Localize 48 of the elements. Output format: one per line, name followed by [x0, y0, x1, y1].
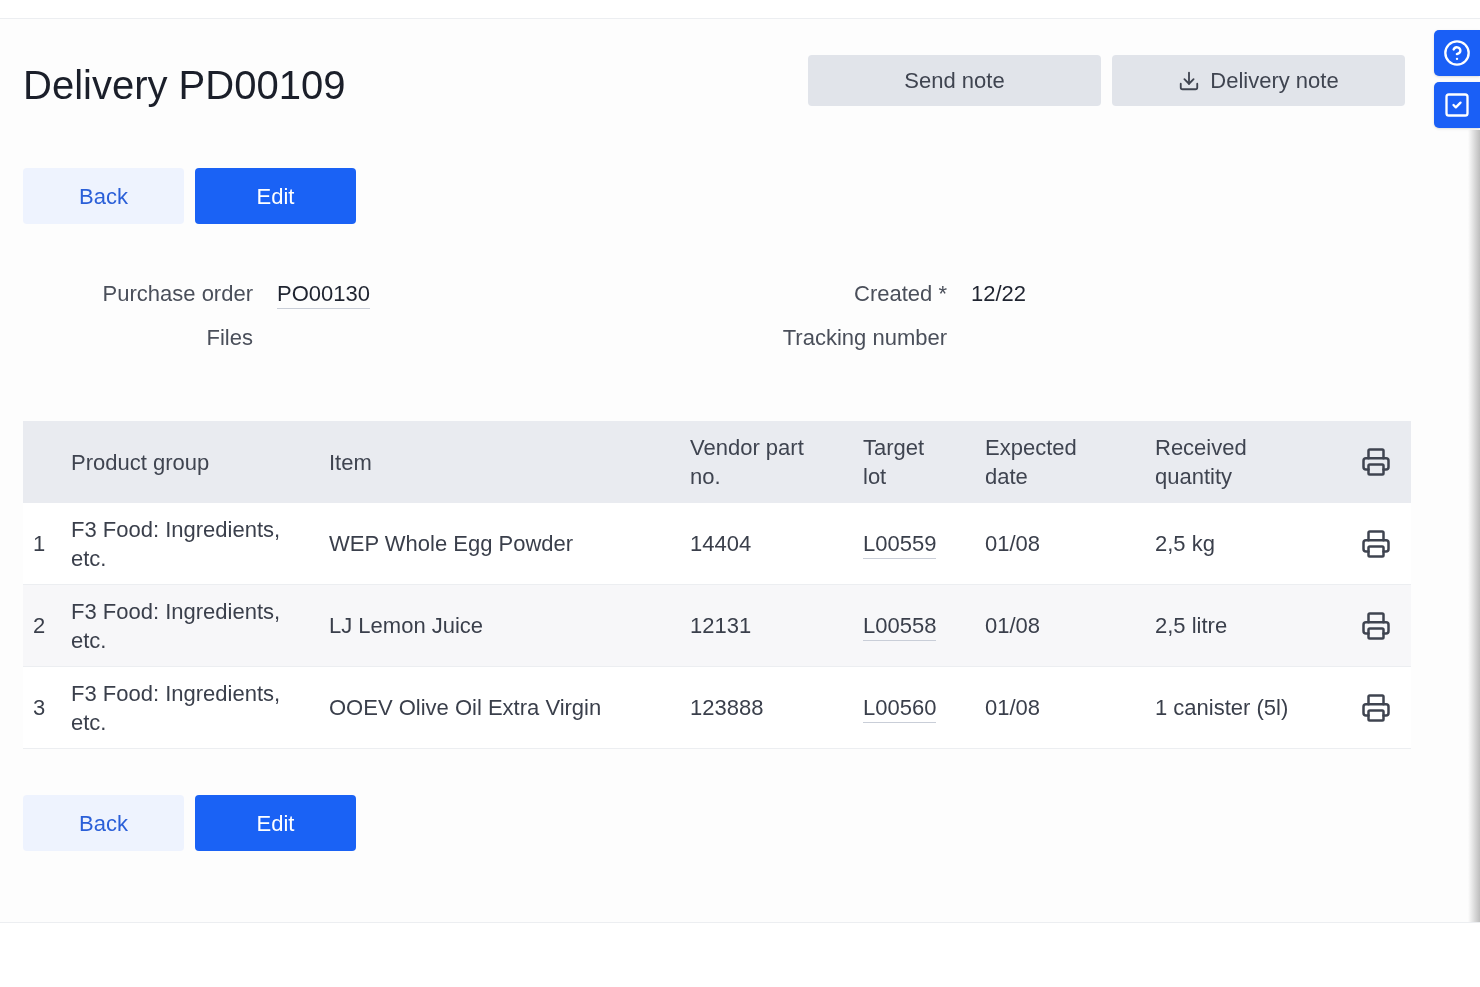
table-cell: 01/08 — [985, 695, 1041, 720]
printer-icon — [1360, 528, 1391, 559]
table-cell: 123888 — [690, 695, 764, 720]
row-number: 3 — [33, 695, 46, 720]
field-label: Created * — [854, 281, 947, 306]
help-button[interactable] — [1434, 30, 1480, 76]
back-button[interactable]: Back — [23, 168, 184, 224]
printer-icon — [1360, 692, 1391, 723]
field-value: 12/22 — [971, 281, 1027, 306]
purchase-order-link[interactable]: PO00130 — [277, 281, 370, 309]
printer-icon — [1360, 447, 1391, 477]
printer-icon — [1360, 610, 1391, 641]
help-icon — [1443, 39, 1471, 67]
table-cell: 2,5 kg — [1155, 531, 1215, 556]
table-cell: 14404 — [690, 531, 752, 556]
lot-link[interactable]: L00558 — [863, 613, 937, 641]
column-header: Product group — [71, 449, 210, 475]
table-cell: 2,5 litre — [1155, 613, 1228, 638]
checkbox-icon — [1443, 91, 1471, 119]
table-cell: 1 canister (5l) — [1155, 695, 1289, 720]
table-cell: 01/08 — [985, 613, 1041, 638]
table-cell: F3 Food: Ingredients, etc. — [71, 516, 281, 571]
row-number: 1 — [33, 531, 46, 556]
lot-link[interactable]: L00560 — [863, 695, 937, 723]
column-header: Target lot — [863, 435, 925, 489]
column-header: Expected date — [985, 435, 1077, 489]
download-icon — [1178, 69, 1201, 92]
column-header: Item — [329, 449, 372, 475]
table-cell: F3 Food: Ingredients, etc. — [71, 598, 281, 653]
column-header: Vendor part no. — [690, 435, 804, 489]
table-cell: 12131 — [690, 613, 752, 638]
back-button[interactable]: Back — [23, 795, 184, 851]
field-label: Tracking number — [782, 325, 947, 350]
table-cell: LJ Lemon Juice — [329, 613, 484, 638]
page-title: Delivery PD00109 — [23, 62, 346, 109]
edit-button[interactable]: Edit — [195, 795, 356, 851]
checklist-button[interactable] — [1434, 82, 1480, 128]
column-header: Received quantity — [1155, 435, 1247, 489]
download-note-button[interactable]: Delivery note — [1112, 55, 1405, 106]
lot-link[interactable]: L00559 — [863, 531, 937, 559]
table-cell: OOEV Olive Oil Extra Virgin — [329, 695, 602, 720]
table-cell: F3 Food: Ingredients, etc. — [71, 680, 281, 735]
send-note-button[interactable]: Send note — [808, 55, 1101, 106]
table-cell: WEP Whole Egg Powder — [329, 531, 574, 556]
table-cell: 01/08 — [985, 531, 1041, 556]
row-number: 2 — [33, 613, 46, 638]
field-label: Purchase order — [102, 281, 253, 306]
edit-button[interactable]: Edit — [195, 168, 356, 224]
